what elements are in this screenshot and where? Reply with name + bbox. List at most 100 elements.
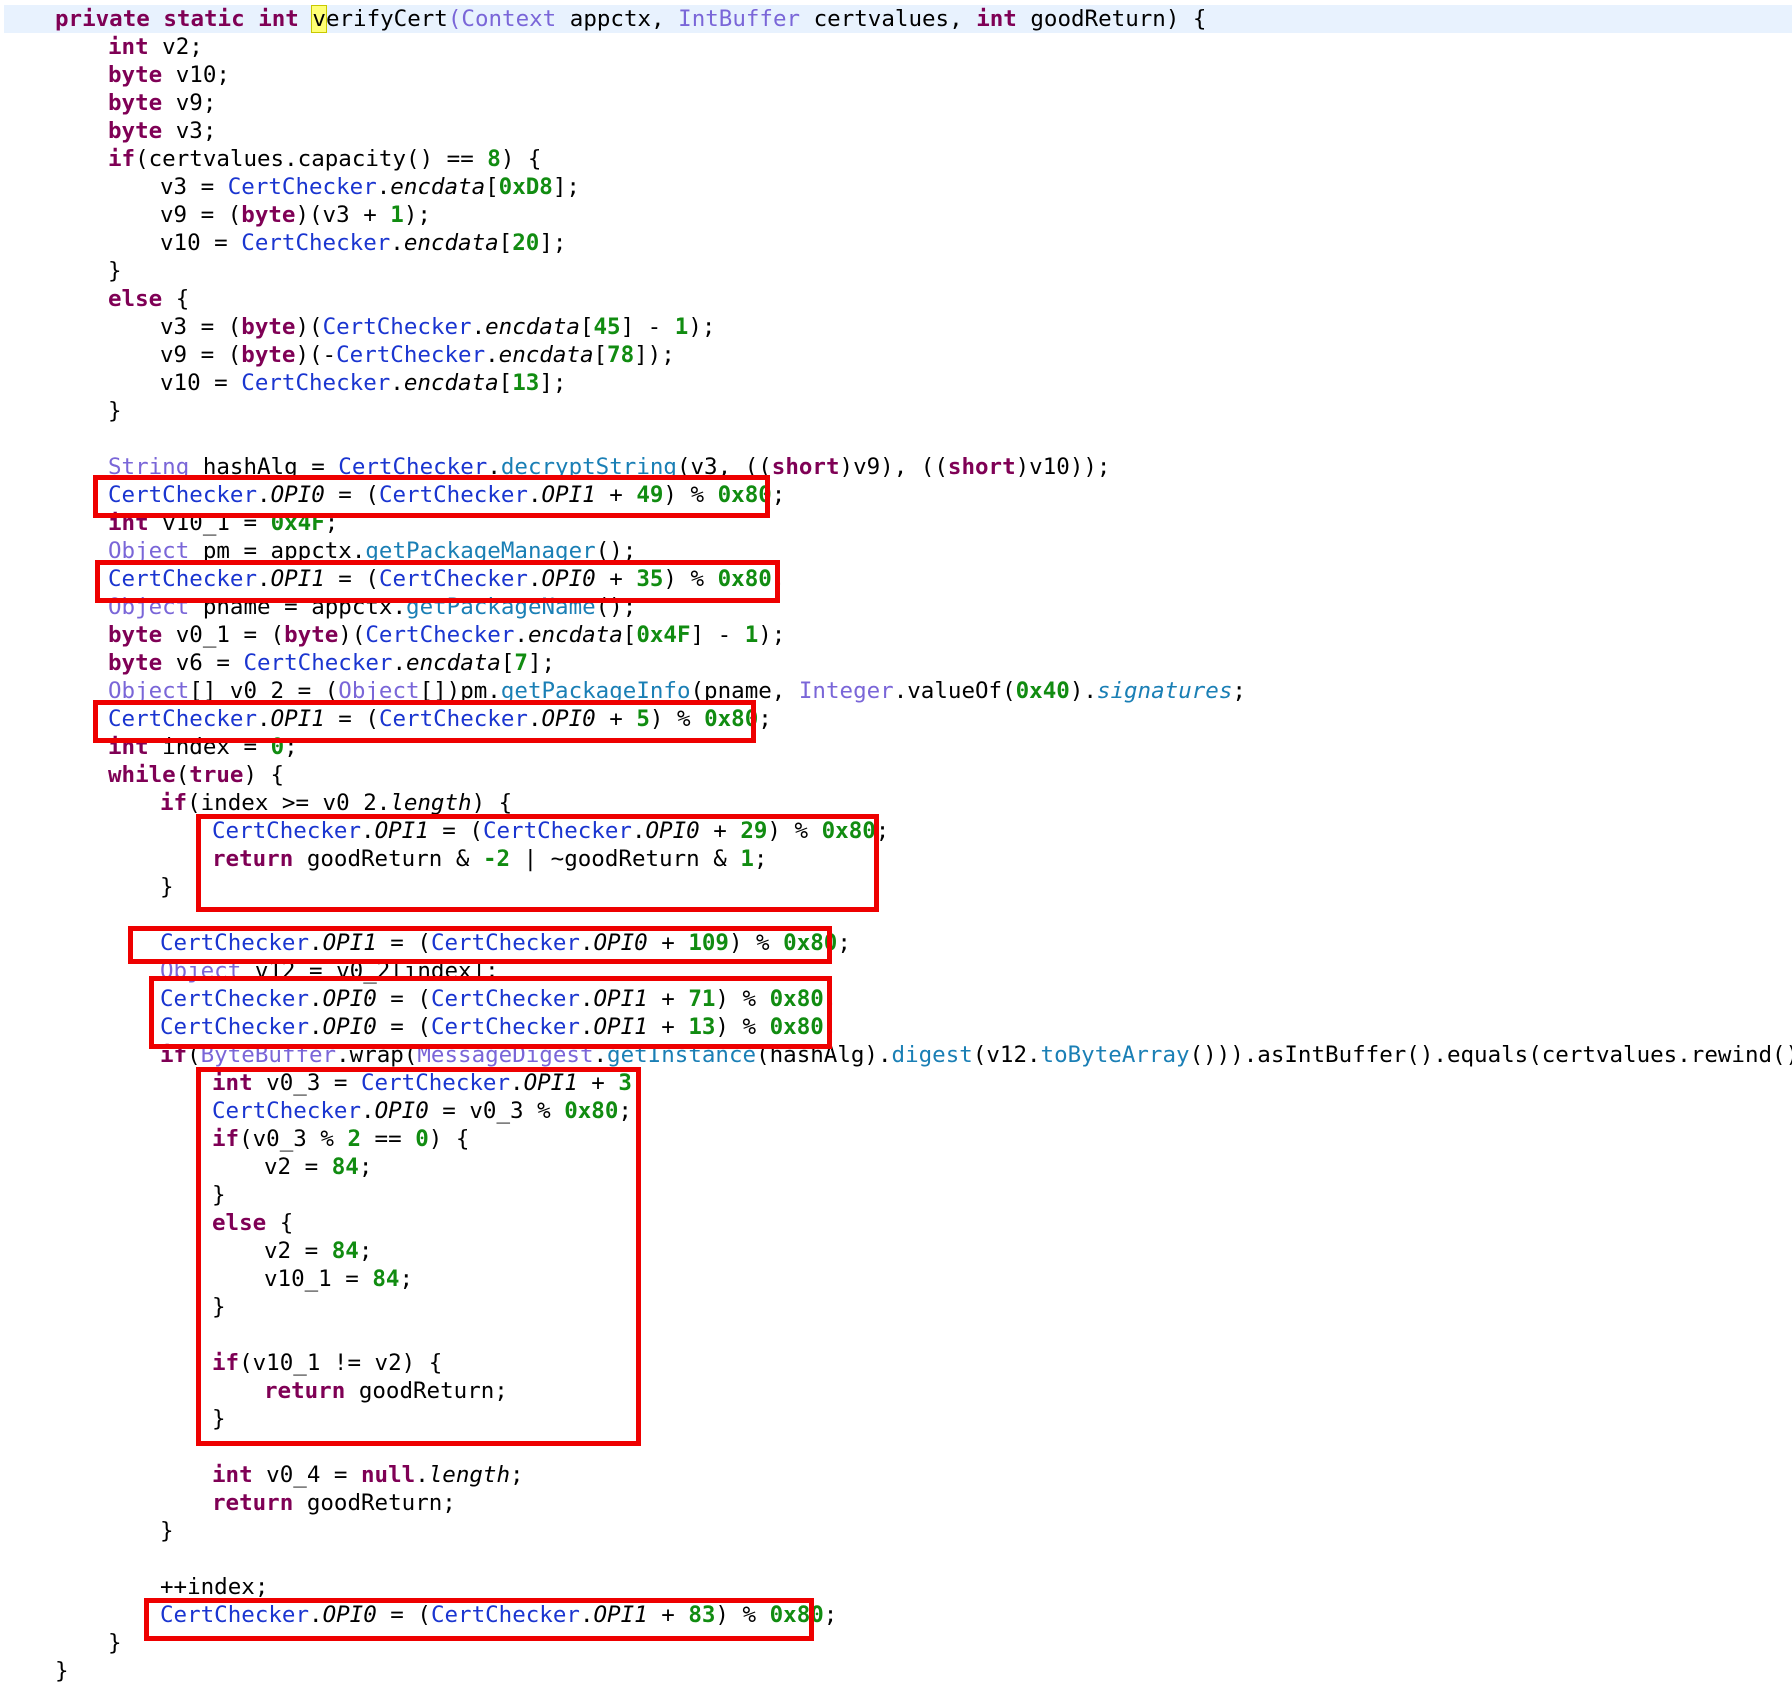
code-token: 1 <box>390 202 404 228</box>
code-token: } <box>108 398 122 424</box>
code-token: return <box>212 1490 294 1516</box>
code-token: CertChecker <box>482 818 632 844</box>
code-token: digest <box>891 1042 973 1068</box>
code-line: CertChecker.OPI1 = (CertChecker.OPI0 + 5… <box>0 705 1792 733</box>
code-token: ; <box>771 566 786 592</box>
code-token: 0 <box>415 1126 429 1152</box>
code-line: Object v12 = v0_2[index]; <box>0 957 1792 985</box>
code-line: } <box>0 1181 1792 1209</box>
code-token: 0x4F <box>270 510 325 536</box>
code-token: if <box>108 146 136 172</box>
code-token: 1 <box>740 846 754 872</box>
code-token: ; <box>1232 678 1246 704</box>
code-token: 45 <box>593 314 621 340</box>
code-line: int v10_1 = 0x4F; <box>0 509 1792 537</box>
code-token: length <box>390 790 472 816</box>
code-token: OPI1 <box>593 1014 648 1040</box>
code-token: CertChecker <box>241 230 391 256</box>
code-line: CertChecker.OPI0 = v0_3 % 0x80; <box>0 1097 1792 1125</box>
code-line: else { <box>0 1209 1792 1237</box>
code-token: v2 = <box>264 1238 332 1264</box>
code-token: . <box>309 930 323 956</box>
code-token: 0x80 <box>704 706 759 732</box>
code-token: (); <box>595 594 637 620</box>
code-token: .valueOf( <box>893 678 1016 704</box>
code-token: . <box>527 706 542 732</box>
code-token: . <box>257 482 271 508</box>
code-token: CertChecker <box>430 1014 580 1040</box>
code-token: CertChecker <box>108 482 258 508</box>
code-token: v0_1 = ( <box>162 622 285 648</box>
code-line: byte v10; <box>0 61 1792 89</box>
code-token: (pname, <box>690 678 799 704</box>
code-token: = ( <box>324 482 379 508</box>
code-token: 49 <box>636 482 664 508</box>
code-token: goodReturn) { <box>1016 6 1207 32</box>
code-token: } <box>212 1182 226 1208</box>
code-token: else <box>108 286 163 312</box>
code-line: v9 = (byte)(v3 + 1); <box>0 201 1792 229</box>
code-token: ByteBuffer <box>200 1042 337 1068</box>
code-line: } <box>0 257 1792 285</box>
code-token: = ( <box>324 706 379 732</box>
code-token: [ <box>622 622 637 648</box>
code-token: ())). <box>1189 1042 1258 1068</box>
code-token: OPI1 <box>523 1070 578 1096</box>
code-token: . <box>376 174 391 200</box>
code-token: encdata <box>403 230 499 256</box>
code-token: = ( <box>376 930 431 956</box>
code-token: index = <box>148 734 271 760</box>
code-token: 13 <box>688 1014 716 1040</box>
code-token: . <box>257 706 271 732</box>
code-token: ) % <box>715 1014 770 1040</box>
code-token: CertChecker <box>212 818 362 844</box>
code-line: CertChecker.OPI1 = (CertChecker.OPI0 + 1… <box>0 929 1792 957</box>
code-line: CertChecker.OPI0 = (CertChecker.OPI1 + 8… <box>0 1601 1792 1629</box>
code-line: String hashAlg = CertChecker.decryptStri… <box>0 453 1792 481</box>
code-token: v6 = <box>162 650 244 676</box>
code-line: if(index >= v0_2.length) { <box>0 789 1792 817</box>
code-token: OPI1 <box>322 930 377 956</box>
code-token: getPackageInfo <box>500 678 691 704</box>
code-token: ; <box>823 1602 838 1628</box>
code-token: getInstance <box>607 1042 757 1068</box>
code-token: OPI0 <box>270 482 325 508</box>
code-token: [])pm. <box>419 678 501 704</box>
code-token: if <box>212 1126 240 1152</box>
code-token: String <box>108 454 190 480</box>
code-token: CertChecker <box>241 370 391 396</box>
code-token: (v3, (( <box>676 454 772 480</box>
code-token: . <box>527 566 542 592</box>
code-token: 0x40 <box>1015 678 1070 704</box>
code-token: ) { <box>243 762 285 788</box>
code-token: v10; <box>162 62 230 88</box>
code-line: if(v0_3 % 2 == 0) { <box>0 1125 1792 1153</box>
code-token: ; <box>510 1462 524 1488</box>
code-token: . <box>485 342 499 368</box>
code-line: ++index; <box>0 1573 1792 1601</box>
code-token: { <box>266 1210 294 1236</box>
code-line: } <box>0 1657 1792 1685</box>
code-token: ; <box>875 818 890 844</box>
code-token: v2; <box>148 34 203 60</box>
code-token: } <box>212 1406 226 1432</box>
code-token: { <box>162 286 190 312</box>
code-line: v2 = 84; <box>0 1153 1792 1181</box>
code-token: + <box>595 566 637 592</box>
code-editor[interactable]: private static int verifyCert(Context ap… <box>0 0 1792 1692</box>
code-token: ) % <box>728 930 784 956</box>
code-token: + <box>647 1014 689 1040</box>
code-token: OPI1 <box>270 706 325 732</box>
code-token: CertChecker <box>378 706 528 732</box>
code-line: CertChecker.OPI0 = (CertChecker.OPI1 + 7… <box>0 985 1792 1013</box>
code-token: certvalues, <box>800 6 977 32</box>
code-token: v9 = ( <box>160 202 242 228</box>
code-token: (); <box>595 538 637 564</box>
code-token: + <box>595 706 637 732</box>
code-token: 0x80 <box>769 1602 824 1628</box>
code-token: (v10_1 != v2) { <box>239 1350 443 1376</box>
code-token: 13 <box>512 370 540 396</box>
code-line: if(ByteBuffer.wrap(MessageDigest.getInst… <box>0 1041 1792 1069</box>
code-token: v0_4 = <box>252 1462 362 1488</box>
